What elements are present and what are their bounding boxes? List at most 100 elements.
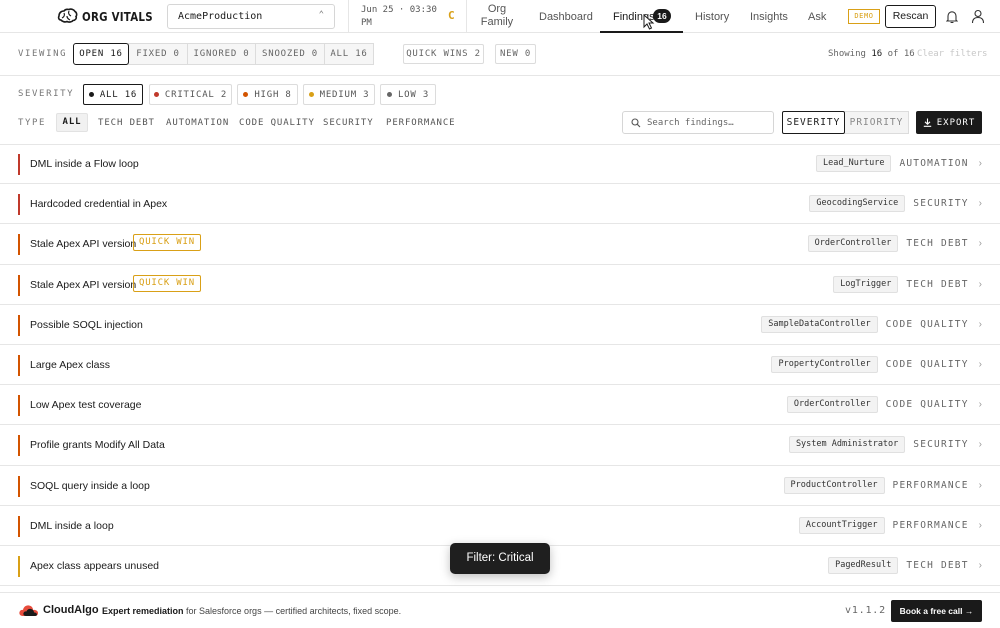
finding-meta: SampleDataController CODE QUALITY › [761,315,982,334]
category-label: CODE QUALITY [885,358,969,370]
severity-medium-label: MEDIUM 3 [319,89,370,100]
clear-filters-link[interactable]: Clear filters [917,49,987,59]
type-performance[interactable]: PERFORMANCE [386,118,456,128]
finding-meta: GeocodingService SECURITY › [809,194,982,213]
chevron-updown-icon: ⌃ [318,10,324,20]
finding-row[interactable]: Stale Apex API version QUICK WIN OrderCont… [0,224,1000,265]
divider [466,0,467,33]
finding-row[interactable]: Profile grants Modify All Data System Adm… [0,425,1000,466]
type-label: TYPE [18,118,47,128]
finding-row[interactable]: Low Apex test coverage OrderController COD… [0,385,1000,426]
user-avatar-icon[interactable] [970,8,986,24]
tab-fixed[interactable]: FIXED 0 [128,43,188,65]
app-logo[interactable]: ORG VITALS [56,8,168,24]
finding-meta: System Administrator SECURITY › [788,435,982,454]
nav-history[interactable]: History [695,11,729,23]
chevron-right-icon: › [978,559,982,571]
severity-indicator [18,154,20,175]
category-label: CODE QUALITY [885,399,969,411]
category-label: PERFORMANCE [892,519,969,531]
scan-date[interactable]: Jun 25 · 03:30 PM [361,4,437,30]
search-box[interactable] [622,111,774,134]
tab-open[interactable]: OPEN 16 [73,43,129,65]
finding-meta: PagedResult TECH DEBT › [828,556,982,575]
filter-toast: Filter: Critical [450,543,550,574]
type-security[interactable]: SECURITY [323,118,374,128]
book-call-button[interactable]: Book a free call → [891,600,982,622]
severity-low[interactable]: LOW 3 [380,84,436,105]
rescan-button[interactable]: Rescan [885,5,936,28]
finding-row[interactable]: Stale Apex API version QUICK WIN LogTrigge… [0,265,1000,305]
finding-row[interactable]: Large Apex class PropertyController CODE Q… [0,345,1000,386]
finding-title: Low Apex test coverage [30,399,142,412]
sort-severity-button[interactable]: SEVERITY [782,111,845,134]
sort-priority-button[interactable]: PRIORITY [845,111,909,134]
viewing-label: VIEWING [18,49,68,59]
footer-tagline: Expert remediation for Salesforce orgs —… [102,606,401,616]
org-select[interactable]: AcmeProduction ⌃ [167,4,335,29]
component-tag: PropertyController [771,355,878,373]
bell-icon[interactable] [946,10,958,23]
nav-insights[interactable]: Insights [750,11,788,23]
severity-dot [386,92,392,97]
showing-number: 16 [871,49,883,59]
demo-badge: DEMO [848,9,880,24]
nav-ask[interactable]: Ask [808,11,826,23]
finding-row[interactable]: Possible SOQL injection SampleDataControl… [0,305,1000,345]
org-select-value: AcmeProduction [178,11,263,22]
severity-all[interactable]: ALL 16 [83,84,143,105]
finding-meta: Lead_Nurture AUTOMATION › [816,154,982,173]
mouse-cursor-icon [643,14,655,30]
severity-medium[interactable]: MEDIUM 3 [303,84,375,105]
chevron-right-icon: › [978,238,982,250]
finding-row[interactable]: DML inside a loop AccountTrigger PERFORMAN… [0,506,1000,546]
quick-wins-filter[interactable]: QUICK WINS 2 [403,44,484,64]
finding-row[interactable]: SOQL query inside a loop ProductControlle… [0,466,1000,506]
finding-meta: OrderController TECH DEBT › [807,234,982,253]
severity-high[interactable]: HIGH 8 [237,84,298,105]
severity-dot [243,92,249,97]
showing-of: of [887,49,899,59]
finding-title: Large Apex class [30,358,110,371]
category-label: CODE QUALITY [885,318,969,330]
search-input[interactable] [647,117,767,128]
footer-tagline-bold: Expert remediation [102,606,184,616]
nav-org-family[interactable]: Org Family [475,3,519,29]
chevron-right-icon: › [978,439,982,451]
finding-meta: ProductController PERFORMANCE › [783,476,982,495]
footer: CloudAlgo Expert remediation for Salesfo… [0,592,1000,628]
cloudalgo-logo[interactable]: CloudAlgo [18,603,99,617]
app-name: ORG VITALS [82,8,153,24]
finding-meta: LogTrigger TECH DEBT › [833,275,982,294]
severity-critical[interactable]: CRITICAL 2 [149,84,232,105]
severity-dot [308,92,314,97]
export-button[interactable]: EXPORT [916,111,982,134]
finding-title: Hardcoded credential in Apex [30,198,168,211]
type-tech-debt[interactable]: TECH DEBT [98,118,155,128]
type-all[interactable]: ALL [56,113,88,132]
chevron-right-icon: › [978,198,982,210]
finding-row[interactable]: DML inside a Flow loop Lead_Nurture AUTOMA… [0,144,1000,185]
type-code-quality[interactable]: CODE QUALITY [239,118,315,128]
finding-row[interactable]: Hardcoded credential in Apex GeocodingSer… [0,184,1000,225]
tab-snoozed[interactable]: SNOOZED 0 [255,43,325,65]
chevron-right-icon: › [978,519,982,531]
nav-dashboard[interactable]: Dashboard [539,11,593,23]
type-automation[interactable]: AUTOMATION [166,118,229,128]
chevron-right-icon: › [978,358,982,370]
new-filter[interactable]: NEW 0 [495,44,536,64]
severity-indicator [18,395,20,417]
category-label: TECH DEBT [906,278,969,290]
tab-ignored[interactable]: IGNORED 0 [187,43,256,65]
severity-indicator [18,234,20,256]
health-grade: C [448,9,455,22]
finding-title: Stale Apex API version [30,238,137,251]
severity-indicator [18,354,20,376]
component-tag: PagedResult [828,556,899,574]
org-family-line2: Family [480,16,514,28]
tab-all[interactable]: ALL 16 [324,43,374,65]
quick-win-badge: QUICK WIN [133,274,201,292]
severity-indicator [18,475,20,497]
showing-total: 16 [903,49,915,59]
component-tag: System Administrator [788,436,906,454]
